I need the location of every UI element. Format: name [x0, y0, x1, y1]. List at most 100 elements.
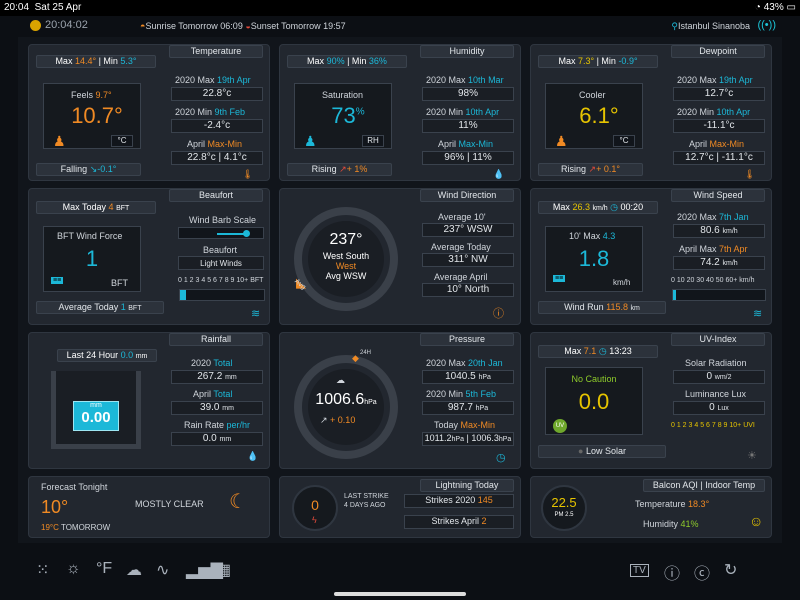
uv-max: Max 7.1 ◷ 13:23 [538, 345, 658, 358]
strikes-april: Strikes April 2 [404, 515, 514, 529]
rainfall-card[interactable]: Last 24 Hour 0.0 mm Rainfall mm 0.00 202… [28, 332, 270, 469]
pressure-title: Pressure [420, 333, 514, 346]
pr-r3-label: Today Max-Min [434, 420, 496, 430]
bft-average: Average Today 1 BFT [36, 301, 164, 314]
pressure-card[interactable]: Pressure ☁ 1006.6hPa ↗ + 0.10 ◆ 24H 2020… [279, 332, 521, 469]
bottom-toolbar: ⁙ ☼ °F ☁ ∿ ▂▅▇ ▦ TV ⓘ ⓒ ↻ [18, 556, 782, 584]
wind-speed-card[interactable]: Max 26.3 km/h ◷ 00:20 Wind Speed 10' Max… [530, 188, 772, 325]
pressure-tag: 24H [360, 350, 372, 356]
dew-r1-val: 12.7°c [673, 87, 765, 101]
cloud-icon: ☁ [336, 375, 345, 385]
dew-r1-label: 2020 Max 19th Apr [677, 75, 753, 85]
theme-sun-icon[interactable]: ☼ [66, 560, 81, 578]
tv-button[interactable]: TV [630, 564, 649, 577]
temperature-card[interactable]: Max 14.4° | Min 5.3° Temperature Feels 9… [28, 44, 270, 181]
droplet-icon: 💧 [247, 451, 259, 461]
lightning-count: 0 [311, 497, 319, 513]
cloud-icon[interactable]: ☁ [126, 560, 142, 580]
temp-value: 10.7° [71, 103, 123, 128]
status-time-date: 20:04 Sat 25 Apr [4, 2, 82, 13]
ws-value: 1.8 [578, 246, 610, 271]
unit-toggle[interactable]: °F [96, 560, 112, 578]
strikes-2020: Strikes 2020 145 [404, 494, 514, 508]
rain-r1-label: 2020 Total [191, 358, 233, 368]
humidity-card[interactable]: Max 90% | Min 36% Humidity Saturation 73… [279, 44, 521, 181]
hum-r2-val: 11% [422, 119, 514, 133]
hum-r3-label: April Max-Min [438, 139, 494, 149]
temp-title: Temperature [169, 45, 263, 58]
ws-bar [672, 289, 766, 301]
uv-card[interactable]: Max 7.1 ◷ 13:23 UV-Index No Caution 0.0 … [530, 332, 772, 469]
calendar-icon[interactable]: ▦ [216, 560, 231, 580]
lightning-title: Lightning Today [420, 479, 514, 492]
dew-maxmin: Max 7.3° | Min -0.9° [538, 55, 658, 68]
wave-icon: ≋ [753, 308, 763, 320]
ws-r2-label: April Max 7th Apr [679, 244, 748, 254]
dewpoint-card[interactable]: Max 7.3° | Min -0.9° Dewpoint Cooler 6.1… [530, 44, 772, 181]
uv-badge: UV [553, 419, 567, 433]
wd-avg: Avg WSW [325, 271, 367, 281]
ws-inner-label: 10' Max 4.3 [569, 231, 616, 241]
copyright-icon[interactable]: ⓒ [694, 560, 710, 584]
hum-trend: Rising ↗+ 1% [287, 163, 392, 176]
temp-maxmin: Max 14.4° | Min 5.3° [36, 55, 156, 68]
dew-r3-label: April Max-Min [689, 139, 745, 149]
last-strike-label: LAST STRIKE [344, 493, 389, 500]
pressure-trend: ↗ + 0.10 [320, 415, 356, 425]
temp-r3-label: April Max-Min [187, 139, 243, 149]
uv-value: 0.0 [578, 389, 610, 414]
ws-scale: 0 10 20 30 40 50 60+ km/h [671, 277, 755, 284]
indoor-hum: Humidity 41% [643, 519, 699, 529]
wd-title: Wind Direction [420, 189, 514, 202]
rain-mm: mm [90, 402, 102, 409]
dew-value: 6.1° [579, 103, 619, 128]
hum-value: 73% [331, 103, 365, 128]
sr-label: Solar Radiation [685, 358, 747, 368]
wd-r1-val: 237° WSW [422, 223, 514, 237]
clock-icon [30, 20, 41, 31]
dew-trend: Rising ↗+ 0.1° [538, 163, 643, 176]
indoor-card[interactable]: Balcon AQI | Indoor Temp 22.5 PM 2.5 Tem… [530, 476, 772, 538]
temp-r1-val: 22.8°c [171, 87, 263, 101]
ws-title: Wind Speed [671, 189, 765, 202]
grid-menu-icon[interactable]: ⁙ [36, 560, 49, 580]
wd-r3-label: Average April [434, 272, 488, 282]
top-bar: 20:04:02 ◓Sunrise Tomorrow 06:09 ◒Sunset… [18, 16, 782, 36]
ios-status-bar: 20:04 Sat 25 Apr ◔ 43% ▭ [0, 0, 800, 16]
pressure-value: 1006.6hPa [315, 391, 377, 408]
hum-inner-label: Saturation [322, 90, 364, 100]
refresh-icon[interactable]: ↻ [724, 560, 737, 580]
barb-slider[interactable] [178, 227, 264, 239]
sr-val: 0 wm/2 [673, 370, 765, 384]
wd-dir: West South [322, 251, 370, 261]
beaufort-card[interactable]: Max Today 4 BFT Beaufort BFT Wind Force … [28, 188, 270, 325]
dew-unit: °C [613, 135, 635, 147]
location-label: ⚲Istanbul Sinanoba [671, 21, 750, 31]
pm-label: PM 2.5 [554, 512, 574, 518]
uv-scale: 0 1 2 3 4 5 6 7 8 9 10+ UVI [671, 422, 755, 429]
wd-r2-val: 311° NW [422, 253, 514, 267]
temp-r1-label: 2020 Max 19th Apr [175, 75, 251, 85]
wind-direction-card[interactable]: Wind Direction 237° West South West Avg … [279, 188, 521, 325]
current-time: 20:04:02 [45, 19, 88, 31]
lightning-card[interactable]: Lightning Today 0 ϟ LAST STRIKE 4 DAYS A… [279, 476, 521, 538]
wave-icon: ≋ [251, 308, 261, 320]
pr-r3-val: 1011.2hPa | 1006.3hPa [422, 432, 514, 446]
wind-icon: ≡≡ [51, 277, 64, 284]
rain-24h: Last 24 Hour 0.0 mm [57, 349, 157, 362]
bolt-icon: ϟ [312, 515, 317, 525]
rain-r2-label: April Total [193, 389, 233, 399]
info-icon[interactable]: ⓘ [493, 305, 504, 321]
ws-r2-val: 74.2 km/h [673, 256, 765, 270]
pulse-icon[interactable]: ∿ [156, 560, 169, 580]
wind-run: Wind Run 115.8 km [538, 301, 666, 314]
temp-unit: °C [111, 135, 133, 147]
info-icon[interactable]: ⓘ [664, 560, 680, 584]
low-solar: ● Low Solar [538, 445, 666, 458]
temp-r3-val: 22.8°c | 4.1°c [171, 151, 263, 165]
hum-unit: RH [362, 135, 384, 147]
wd-r3-val: 10° North [422, 283, 514, 297]
forecast-card[interactable]: Forecast Tonight 10° MOSTLY CLEAR ☾ 19°C… [28, 476, 270, 538]
forecast-temp: 10° [41, 497, 69, 517]
hum-maxmin: Max 90% | Min 36% [287, 55, 407, 68]
